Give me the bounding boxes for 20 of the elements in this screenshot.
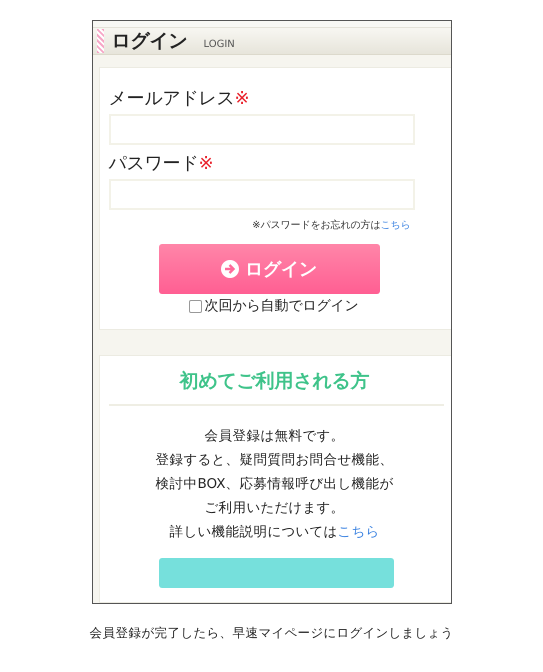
forgot-password-text: ※パスワードをお忘れの方はこちら [251, 218, 410, 232]
details-link[interactable]: こちら [338, 524, 380, 540]
auto-login-label: 次回から自動でログイン [204, 297, 358, 315]
page-subtitle: LOGIN [204, 38, 235, 50]
register-button[interactable] [158, 558, 394, 588]
login-button[interactable]: ログイン [158, 244, 380, 294]
forgot-link[interactable]: こちら [380, 220, 410, 231]
checkbox[interactable] [188, 300, 202, 312]
description-text: 詳しい機能説明については こちら [168, 523, 380, 542]
description-text: 会員登録は無料です。 [204, 427, 346, 446]
page-title: ログイン [112, 29, 188, 54]
field-label: メールアドレス※ [108, 87, 251, 110]
dotted-marker-icon [96, 29, 104, 53]
description-text: 検討中BOX、応募情報呼び出し機能が [154, 475, 395, 494]
description-text: ご利用いただけます。 [204, 499, 346, 518]
description-text: 登録すると、疑問質問お問合せ機能、 [154, 451, 394, 470]
section-title: 初めてご利用される方 [178, 369, 370, 394]
caption: 会員登録が完了したら、早速マイページにログインしましょう [90, 625, 454, 642]
arrow-circle-icon [221, 260, 239, 278]
field-label: パスワード※ [108, 152, 215, 175]
